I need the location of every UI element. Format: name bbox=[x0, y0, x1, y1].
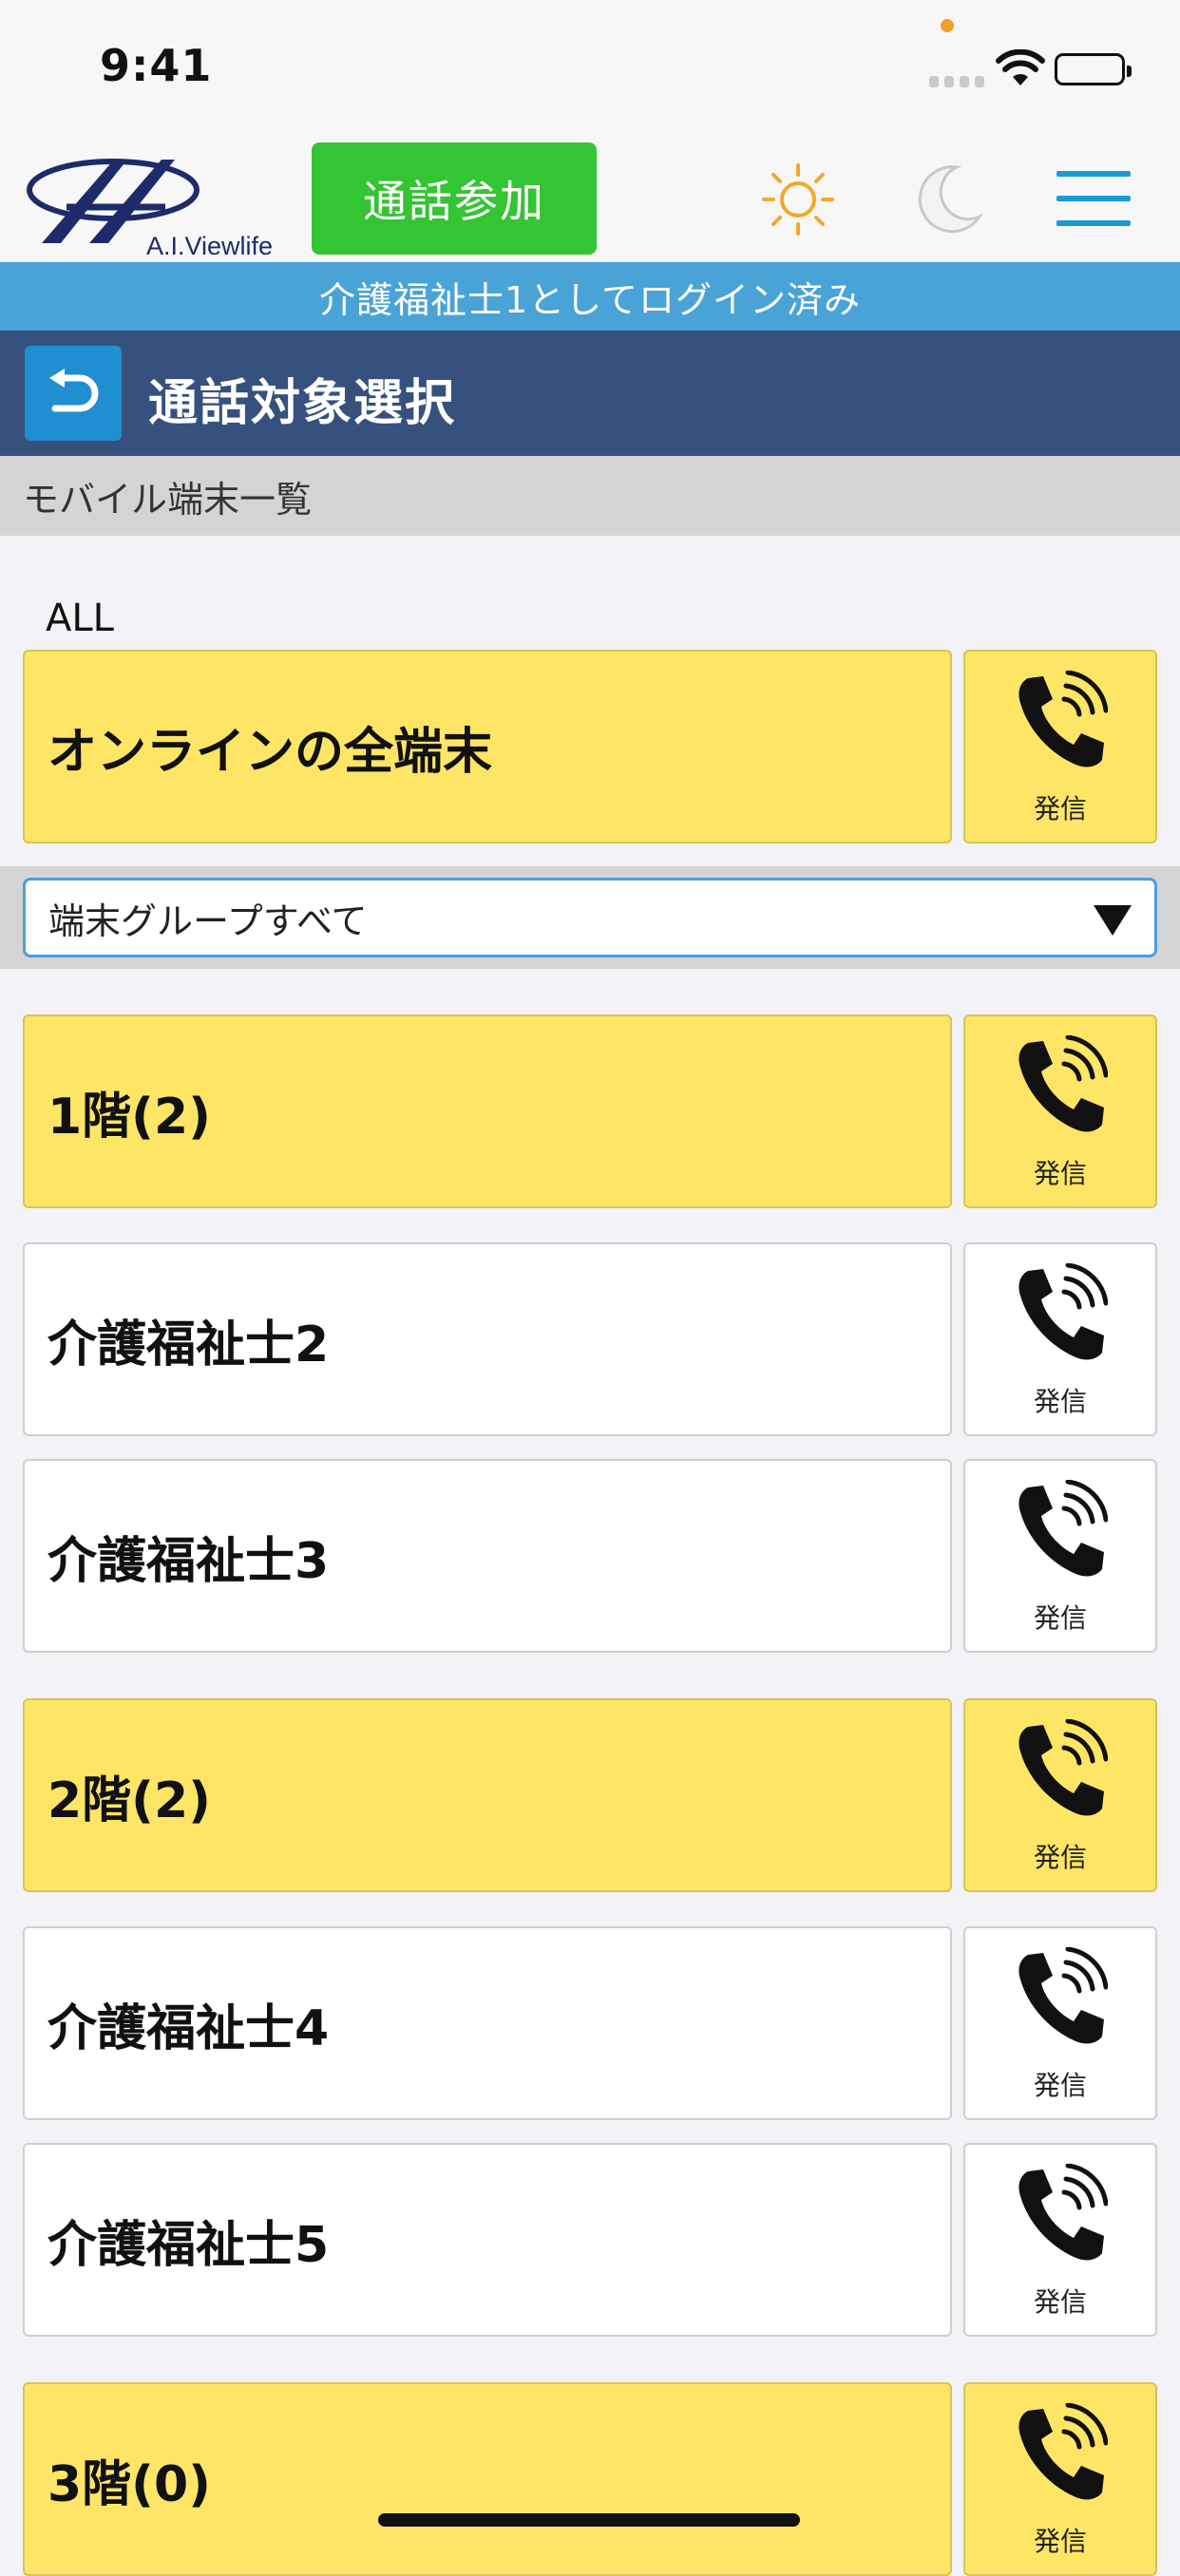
phone-call-icon bbox=[1018, 1947, 1108, 2044]
call-button[interactable]: 発信 bbox=[963, 1698, 1157, 1892]
device-row: 介護福祉士2 発信 bbox=[23, 1242, 1157, 1436]
call-label: 発信 bbox=[1033, 1602, 1087, 1634]
call-label: 発信 bbox=[1033, 1386, 1087, 1417]
logo-text: A.I.Viewlife bbox=[146, 232, 274, 260]
group-row-floor3: 3階(0) 発信 bbox=[23, 2382, 1157, 2576]
app-logo: A.I.Viewlife bbox=[23, 152, 298, 260]
call-button[interactable]: 発信 bbox=[963, 1242, 1157, 1436]
phone-call-icon bbox=[1018, 1719, 1108, 1816]
call-button[interactable]: 発信 bbox=[963, 2382, 1157, 2576]
call-button[interactable]: 発信 bbox=[963, 1926, 1157, 2120]
call-label: 発信 bbox=[1033, 2286, 1087, 2318]
sun-icon[interactable] bbox=[760, 161, 836, 237]
phone-call-icon bbox=[1018, 2164, 1108, 2261]
all-devices-name[interactable]: オンラインの全端末 bbox=[23, 650, 952, 843]
recording-indicator-icon bbox=[941, 19, 954, 32]
device-group-select[interactable]: 端末グループすべて bbox=[23, 878, 1157, 957]
call-button[interactable]: 発信 bbox=[963, 1459, 1157, 1653]
wifi-icon bbox=[996, 49, 1045, 85]
all-label: ALL bbox=[46, 597, 114, 640]
device-row: 介護福祉士3 発信 bbox=[23, 1459, 1157, 1653]
call-all-button[interactable]: 発信 bbox=[963, 650, 1157, 843]
join-call-button[interactable]: 通話参加 bbox=[312, 142, 597, 255]
device-name[interactable]: 介護福祉士4 bbox=[23, 1926, 952, 2120]
call-button[interactable]: 発信 bbox=[963, 1014, 1157, 1208]
hamburger-menu-icon[interactable] bbox=[1056, 171, 1131, 226]
battery-icon bbox=[1055, 53, 1132, 85]
title-bar: 通話対象選択 bbox=[0, 331, 1180, 456]
device-group-selected: 端末グループすべて bbox=[48, 900, 368, 942]
cellular-signal-icon bbox=[929, 76, 984, 87]
back-arrow-icon bbox=[49, 369, 99, 412]
all-devices-row: オンラインの全端末 発信 bbox=[23, 650, 1157, 843]
phone-call-icon bbox=[1018, 2403, 1108, 2500]
device-name[interactable]: 介護福祉士2 bbox=[23, 1242, 952, 1436]
group-name[interactable]: 3階(0) bbox=[23, 2382, 952, 2576]
group-row-floor1: 1階(2) 発信 bbox=[23, 1014, 1157, 1208]
device-row: 介護福祉士4 発信 bbox=[23, 1926, 1157, 2120]
status-time: 9:41 bbox=[100, 40, 213, 91]
device-row: 介護福祉士5 発信 bbox=[23, 2143, 1157, 2337]
page-title: 通話対象選択 bbox=[148, 375, 457, 432]
status-bar: 9:41 bbox=[0, 0, 1180, 133]
call-label: 発信 bbox=[1033, 2070, 1087, 2101]
section-header: モバイル端末一覧 bbox=[0, 456, 1180, 536]
filter-band: 端末グループすべて bbox=[0, 866, 1180, 969]
call-label: 発信 bbox=[1033, 1842, 1087, 1873]
call-label: 発信 bbox=[1033, 1158, 1087, 1189]
group-row-floor2: 2階(2) 発信 bbox=[23, 1698, 1157, 1892]
moon-icon[interactable] bbox=[907, 161, 983, 237]
phone-call-icon bbox=[1018, 671, 1108, 767]
call-label: 発信 bbox=[1033, 2526, 1087, 2557]
app-header: A.I.Viewlife 通話参加 bbox=[0, 133, 1180, 262]
group-name[interactable]: 1階(2) bbox=[23, 1014, 952, 1208]
phone-call-icon bbox=[1018, 1263, 1108, 1360]
home-indicator bbox=[378, 2513, 800, 2527]
back-button[interactable] bbox=[25, 346, 122, 441]
login-status-banner: 介護福祉士1としてログイン済み bbox=[0, 262, 1180, 331]
phone-call-icon bbox=[1018, 1480, 1108, 1577]
call-button[interactable]: 発信 bbox=[963, 2143, 1157, 2337]
dropdown-arrow-icon bbox=[1094, 905, 1132, 936]
call-label: 発信 bbox=[1033, 793, 1087, 824]
device-name[interactable]: 介護福祉士3 bbox=[23, 1459, 952, 1653]
phone-call-icon bbox=[1018, 1035, 1108, 1132]
device-name[interactable]: 介護福祉士5 bbox=[23, 2143, 952, 2337]
group-name[interactable]: 2階(2) bbox=[23, 1698, 952, 1892]
